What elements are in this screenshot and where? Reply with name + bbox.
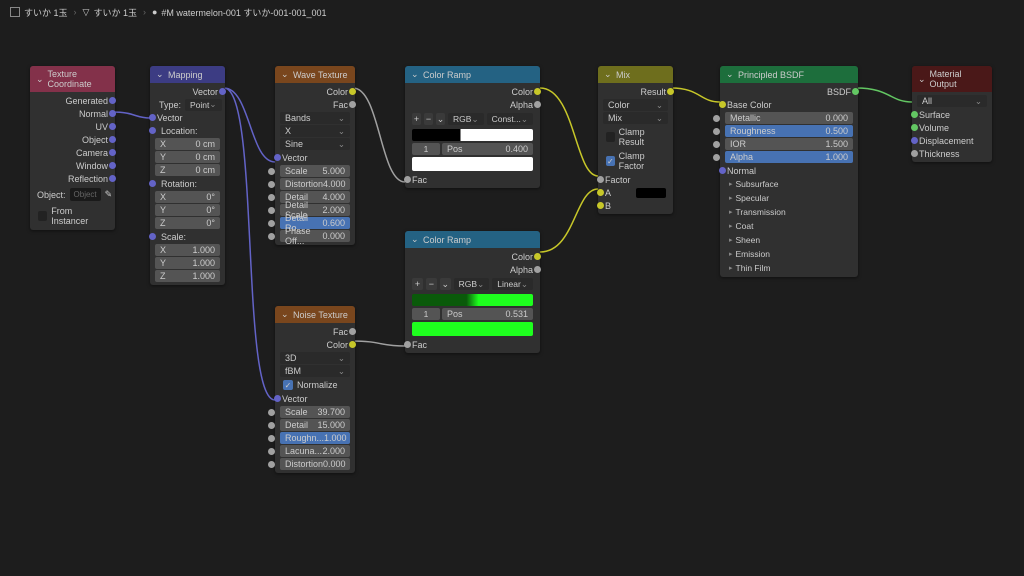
prop-phaseoff[interactable]: Phase Off...0.000 <box>280 230 350 242</box>
fbm-dropdown[interactable]: fBM <box>280 365 350 377</box>
ramp-gradient[interactable] <box>412 294 533 306</box>
expand-emission[interactable]: Emission <box>723 247 855 261</box>
stop-index[interactable]: 1 <box>412 308 440 320</box>
a-swatch[interactable] <box>636 188 666 198</box>
stop-pos[interactable]: Pos0.400 <box>442 143 533 155</box>
stop-pos[interactable]: Pos0.531 <box>442 308 533 320</box>
add-stop-button[interactable]: + <box>412 278 423 290</box>
normalize-check[interactable]: ✓Normalize <box>278 378 352 392</box>
prop-scale[interactable]: Scale39.700 <box>280 406 350 418</box>
prop-distortion[interactable]: Distortion0.000 <box>280 458 350 470</box>
prop-lacuna[interactable]: Lacuna...2.000 <box>280 445 350 457</box>
interp-dropdown[interactable]: Linear <box>492 278 533 290</box>
node-header[interactable]: ⌄Color Ramp <box>405 66 540 83</box>
3d-dropdown[interactable]: 3D <box>280 352 350 364</box>
blend-dropdown[interactable]: Mix <box>603 112 668 124</box>
remove-stop-button[interactable]: − <box>426 278 437 290</box>
ramp-menu-button[interactable]: ⌄ <box>440 278 451 290</box>
stop-color-swatch[interactable] <box>412 157 533 171</box>
prop-roughness[interactable]: Roughness0.500 <box>725 125 853 137</box>
from-instancer-check[interactable]: From Instancer <box>33 204 112 228</box>
node-header[interactable]: ⌄Principled BSDF <box>720 66 858 83</box>
node-color-ramp-2[interactable]: ⌄Color Ramp Color Alpha + − ⌄ RGB Linear… <box>405 231 540 353</box>
node-canvas[interactable]: ⌄Texture Coordinate Generated Normal UV … <box>0 24 1024 576</box>
node-wave-texture[interactable]: ⌄Wave Texture Color Fac Bands X Sine Vec… <box>275 66 355 245</box>
add-stop-button[interactable]: + <box>412 113 421 125</box>
node-mapping[interactable]: ⌄Mapping Vector Type:Point Vector Locati… <box>150 66 225 285</box>
node-header[interactable]: ⌄Material Output <box>912 66 992 92</box>
node-header[interactable]: ⌄Noise Texture <box>275 306 355 323</box>
type-dropdown[interactable]: Point <box>185 99 222 111</box>
expand-thinfilm[interactable]: Thin Film <box>723 261 855 275</box>
node-mix[interactable]: ⌄Mix Result Color Mix Clamp Result ✓Clam… <box>598 66 673 214</box>
rgb-dropdown[interactable]: RGB <box>448 113 484 125</box>
bands-dropdown[interactable]: Bands <box>280 112 350 124</box>
node-color-ramp-1[interactable]: ⌄Color Ramp Color Alpha + − ⌄ RGB Const.… <box>405 66 540 188</box>
expand-specular[interactable]: Specular <box>723 191 855 205</box>
ramp-gradient[interactable] <box>412 129 533 141</box>
node-material-output[interactable]: ⌄Material Output All Surface Volume Disp… <box>912 66 992 162</box>
clamp-result-check[interactable]: Clamp Result <box>601 125 670 149</box>
stop-index[interactable]: 1 <box>412 143 440 155</box>
node-header[interactable]: ⌄Mapping <box>150 66 225 83</box>
stop-color-swatch[interactable] <box>412 322 533 336</box>
node-header[interactable]: ⌄Color Ramp <box>405 231 540 248</box>
prop-detail[interactable]: Detail15.000 <box>280 419 350 431</box>
ramp-menu-button[interactable]: ⌄ <box>436 113 445 125</box>
bc-mesh[interactable]: ▽すいか 1玉 <box>83 6 137 19</box>
eyedropper-icon[interactable]: ✎ <box>105 189 113 200</box>
prop-roughn[interactable]: Roughn...1.000 <box>280 432 350 444</box>
expand-transmission[interactable]: Transmission <box>723 205 855 219</box>
sine-dropdown[interactable]: Sine <box>280 138 350 150</box>
object-field[interactable]: Object <box>70 188 101 201</box>
node-texture-coordinate[interactable]: ⌄Texture Coordinate Generated Normal UV … <box>30 66 115 230</box>
bc-material[interactable]: ●#M watermelon-001 すいか-001-001_001 <box>152 6 327 19</box>
node-header[interactable]: ⌄Texture Coordinate <box>30 66 115 92</box>
rgb-dropdown[interactable]: RGB <box>454 278 490 290</box>
node-header[interactable]: ⌄Mix <box>598 66 673 83</box>
prop-distortion[interactable]: Distortion4.000 <box>280 178 350 190</box>
expand-coat[interactable]: Coat <box>723 219 855 233</box>
node-noise-texture[interactable]: ⌄Noise Texture Fac Color 3D fBM ✓Normali… <box>275 306 355 473</box>
expand-subsurface[interactable]: Subsurface <box>723 177 855 191</box>
bc-object[interactable]: すいか 1玉 <box>10 6 68 19</box>
prop-ior[interactable]: IOR1.500 <box>725 138 853 150</box>
breadcrumb: すいか 1玉 › ▽すいか 1玉 › ●#M watermelon-001 すい… <box>0 0 1024 24</box>
expand-sheen[interactable]: Sheen <box>723 233 855 247</box>
interp-dropdown[interactable]: Const... <box>487 113 533 125</box>
datatype-dropdown[interactable]: Color <box>603 99 668 111</box>
remove-stop-button[interactable]: − <box>424 113 433 125</box>
prop-alpha[interactable]: Alpha1.000 <box>725 151 853 163</box>
node-header[interactable]: ⌄Wave Texture <box>275 66 355 83</box>
target-dropdown[interactable]: All <box>917 95 987 107</box>
clamp-factor-check[interactable]: ✓Clamp Factor <box>601 149 670 173</box>
node-principled-bsdf[interactable]: ⌄Principled BSDF BSDF Base Color Metalli… <box>720 66 858 277</box>
x-dropdown[interactable]: X <box>280 125 350 137</box>
prop-scale[interactable]: Scale5.000 <box>280 165 350 177</box>
prop-metallic[interactable]: Metallic0.000 <box>725 112 853 124</box>
